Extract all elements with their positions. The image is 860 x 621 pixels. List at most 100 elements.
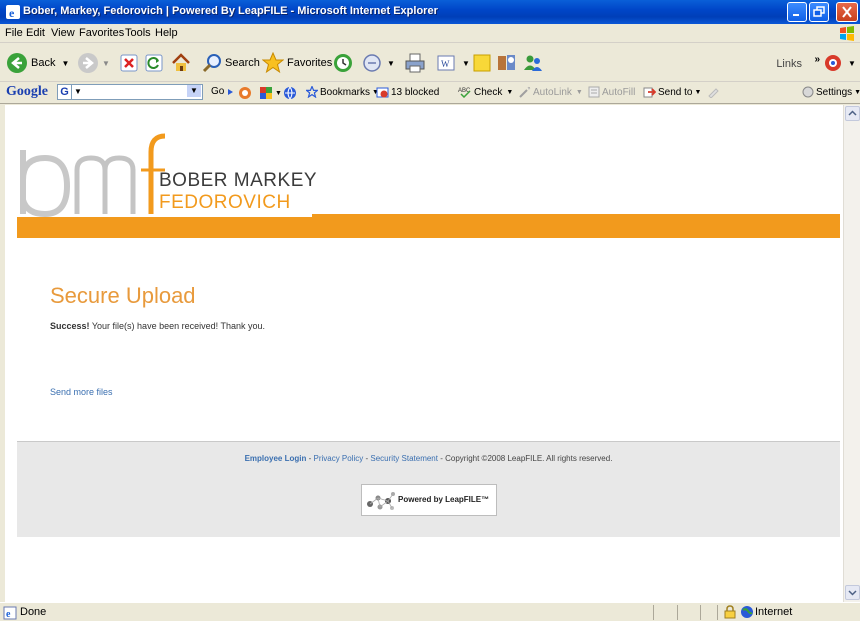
privacy-policy-link[interactable]: Privacy Policy [313,454,363,463]
logo-line-2: FEDOROVICH [159,192,291,213]
discuss-button[interactable] [472,50,492,76]
menu-view[interactable]: View [51,27,75,39]
spellcheck-icon: ABC [458,88,471,98]
forward-button[interactable]: ▼ [77,50,110,76]
menu-help[interactable]: Help [155,27,178,39]
google-g-dropdown-icon[interactable]: ▼ [74,87,82,96]
autolink-wand-icon [519,86,531,98]
history-icon [334,54,352,72]
send-more-files-link[interactable]: Send more files [50,387,113,397]
home-button[interactable] [170,50,192,76]
home-icon [172,53,190,71]
google-toolbar: Google G ▼ ▼ Go ▼ Bookmarks ▼ 13 blocked [0,82,860,104]
autofill-label: AutoFill [602,86,636,98]
favorites-label: Favorites [287,57,333,69]
links-label[interactable]: Links [776,58,802,70]
edit-dropdown-icon[interactable]: ▼ [462,59,470,68]
footer-links: Employee Login - Privacy Policy - Securi… [17,454,840,463]
security-zone-text: Internet [755,606,793,618]
google-news-button[interactable] [238,86,252,100]
highlighter-button[interactable] [707,86,719,98]
security-statement-link[interactable]: Security Statement [370,454,438,463]
google-search-dropdown-icon[interactable]: ▼ [187,85,201,97]
powered-by-text: Powered by LeapFILE™ [398,495,490,504]
google-puzzle-button[interactable]: ▼ [259,86,282,100]
google-logo[interactable]: Google [6,84,48,100]
extension-dropdown-icon[interactable]: ▼ [848,59,856,68]
check-dropdown-icon[interactable]: ▼ [506,89,513,96]
settings-label: Settings [816,86,853,98]
research-icon [498,55,515,70]
back-button[interactable]: Back ▼ [6,50,69,76]
page-viewport[interactable]: BOBER MARKEY FEDOROVICH Secure Upload Su… [5,105,843,602]
search-label: Search [225,57,260,69]
edit-word-button[interactable]: W ▼ [437,50,470,76]
blocked-label: 13 blocked [391,87,440,98]
extra-toolbar-button[interactable]: ▼ [823,50,856,76]
favorites-star-icon [262,52,284,74]
menu-tools[interactable]: Tools [125,27,151,39]
messenger-button[interactable] [522,50,544,76]
search-icon [202,54,221,73]
standard-toolbar: Back ▼ ▼ Search Favorites ▼ W ▼ Links » … [0,44,860,82]
vertical-scrollbar[interactable] [843,105,860,602]
menu-favorites[interactable]: Favorites [79,27,124,39]
research-button[interactable] [496,50,518,76]
favorites-button[interactable]: Favorites [262,50,332,76]
mail-dropdown-icon[interactable]: ▼ [387,59,395,68]
status-divider [700,605,701,620]
page-footer: Employee Login - Privacy Policy - Securi… [17,441,840,537]
refresh-button[interactable] [145,50,163,76]
globe-icon [284,86,296,100]
header-orange-bar [17,214,840,238]
menu-edit[interactable]: Edit [26,27,45,39]
employee-login-link[interactable]: Employee Login [245,454,307,463]
restore-button[interactable] [809,2,829,22]
menu-file[interactable]: File [5,27,23,39]
leapfile-logo-icon [367,492,395,510]
print-button[interactable] [405,50,425,76]
sendto-dropdown-icon[interactable]: ▼ [694,89,701,96]
highlighter-icon [708,88,719,98]
sendto-button[interactable]: Send to ▼ [643,86,701,98]
back-label: Back [31,57,56,69]
google-g-icon[interactable]: G [58,85,72,99]
mail-button[interactable]: ▼ [362,50,395,76]
forward-dropdown-icon[interactable]: ▼ [102,59,110,68]
sendto-arrow-icon [643,87,656,98]
messenger-icon [524,55,542,71]
google-web-button[interactable] [283,86,297,100]
autolink-button[interactable]: AutoLink ▼ [519,86,583,98]
settings-dropdown-icon[interactable]: ▼ [854,89,860,96]
toolbar-overflow-icon[interactable]: » [814,54,820,65]
scroll-down-button[interactable] [845,585,860,600]
svg-text:e: e [6,609,11,620]
minimize-button[interactable] [787,2,807,22]
google-go-button[interactable]: Go [211,86,236,97]
google-settings-button[interactable]: Settings ▼ [802,86,860,98]
back-dropdown-icon[interactable]: ▼ [61,59,69,68]
go-label: Go [211,86,225,97]
autofill-icon [588,86,600,98]
google-search-input[interactable]: G ▼ [57,84,203,100]
autofill-button[interactable]: AutoFill [588,86,635,98]
stop-icon [120,54,138,72]
scroll-up-button[interactable] [845,106,860,121]
close-button[interactable] [836,2,858,22]
autolink-dropdown-icon[interactable]: ▼ [576,89,583,96]
popup-blocker-button[interactable]: 13 blocked [376,86,439,99]
powered-by-leapfile-badge[interactable]: Powered by LeapFILE™ [361,484,497,516]
menu-bar: File Edit View Favorites Tools Help [0,24,860,43]
title-bar[interactable]: e Bober, Markey, Fedorovich | Powered By… [0,0,860,24]
note-icon [473,54,491,72]
status-divider [717,605,718,620]
stop-button[interactable] [120,50,138,76]
search-button[interactable]: Search [202,50,260,76]
puzzle-dropdown-icon[interactable]: ▼ [275,90,282,97]
bookmarks-button[interactable]: Bookmarks ▼ [306,86,379,98]
popup-blocker-icon [376,87,389,98]
spellcheck-button[interactable]: ABC Check ▼ [458,86,513,98]
logo-line-1: BOBER MARKEY [159,170,318,191]
history-button[interactable] [332,50,354,76]
check-label: Check [474,86,503,98]
